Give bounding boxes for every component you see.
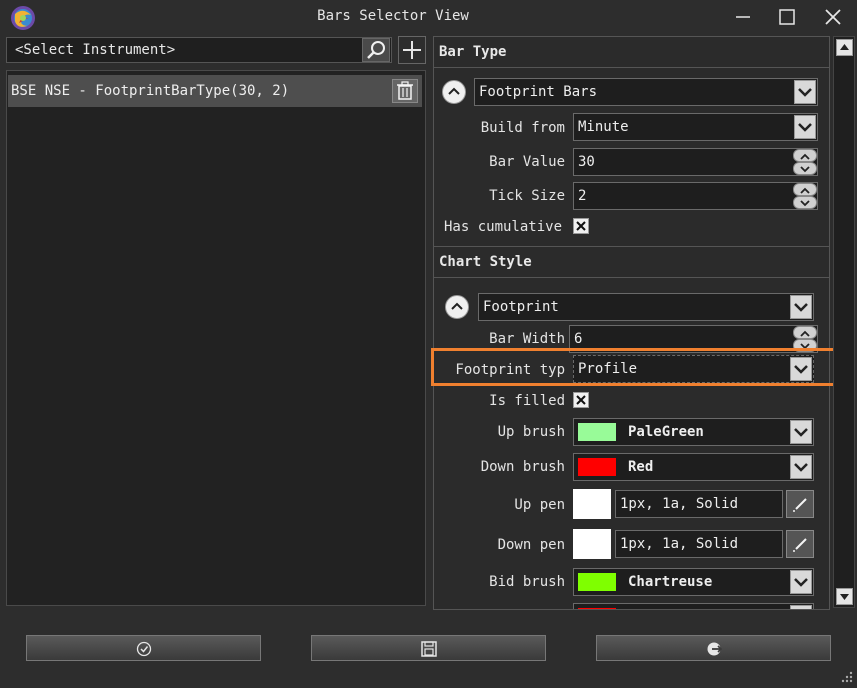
build-from-select[interactable]: Minute — [573, 113, 818, 141]
up-brush-value: PaleGreen — [628, 424, 704, 440]
decrement-icon[interactable] — [793, 162, 817, 175]
chart-style-value: Footprint — [483, 299, 559, 315]
properties-scrollbar[interactable] — [833, 36, 855, 608]
down-brush-swatch — [578, 458, 616, 476]
bar-value-label: Bar Value — [489, 154, 565, 170]
chevron-down-icon[interactable] — [790, 570, 812, 594]
ok-button[interactable] — [26, 635, 261, 661]
window-title: Bars Selector View — [317, 8, 469, 24]
instrument-selector[interactable]: <Select Instrument> — [6, 37, 392, 63]
down-brush-value: Red — [628, 459, 654, 475]
down-pen-edit-button[interactable] — [786, 530, 814, 558]
up-brush-label: Up brush — [497, 424, 565, 440]
add-instrument-button[interactable] — [398, 36, 426, 64]
scroll-down-button[interactable] — [836, 588, 853, 605]
scroll-up-button[interactable] — [836, 39, 853, 56]
chevron-down-icon[interactable] — [794, 115, 816, 139]
bar-value-stepper[interactable] — [793, 149, 817, 175]
bar-type-select[interactable]: Footprint Bars — [474, 78, 818, 106]
increment-icon[interactable] — [793, 149, 817, 162]
down-brush-select[interactable]: Red — [573, 453, 814, 481]
exit-icon — [707, 642, 723, 656]
bar-type-header: Bar Type — [434, 37, 829, 68]
tick-size-value: 2 — [578, 188, 587, 204]
plus-icon — [403, 41, 421, 59]
chevron-down-icon[interactable] — [790, 605, 812, 609]
up-brush-select[interactable]: PaleGreen — [573, 418, 814, 446]
next-brush-select[interactable] — [573, 603, 814, 609]
down-pen-label: Down pen — [497, 537, 565, 553]
next-brush-swatch — [578, 608, 616, 609]
close-button[interactable] — [818, 4, 848, 30]
bar-width-value: 6 — [574, 331, 583, 347]
up-pen-edit-button[interactable] — [786, 490, 814, 518]
tick-size-label: Tick Size — [489, 188, 565, 204]
list-item-label: BSE NSE - FootprintBarType(30, 2) — [11, 83, 290, 99]
tick-size-input[interactable]: 2 — [573, 182, 818, 210]
bar-value-value: 30 — [578, 154, 595, 170]
list-item[interactable]: BSE NSE - FootprintBarType(30, 2) — [8, 75, 422, 107]
bar-type-value: Footprint Bars — [479, 84, 598, 100]
chevron-down-icon[interactable] — [790, 455, 812, 479]
chevron-down-icon[interactable] — [790, 420, 812, 444]
trash-icon — [397, 81, 413, 100]
chevron-down-icon[interactable] — [794, 80, 816, 104]
chevron-down-icon[interactable] — [790, 295, 812, 319]
arrow-down-icon — [840, 594, 849, 600]
chart-style-select[interactable]: Footprint — [478, 293, 814, 321]
down-pen-swatch[interactable] — [573, 529, 611, 559]
highlight-box — [431, 348, 849, 386]
up-pen-value: 1px, 1a, Solid — [620, 496, 739, 512]
up-pen-field[interactable]: 1px, 1a, Solid — [615, 490, 783, 518]
bid-brush-swatch — [578, 573, 616, 591]
minimize-button[interactable] — [728, 4, 758, 30]
decrement-icon[interactable] — [793, 196, 817, 209]
build-from-value: Minute — [578, 119, 629, 135]
up-pen-label: Up pen — [514, 497, 565, 513]
bar-width-label: Bar Width — [489, 331, 565, 347]
bars-list: BSE NSE - FootprintBarType(30, 2) — [6, 70, 426, 606]
collapse-bar-type-button[interactable] — [442, 80, 466, 104]
check-x-icon — [576, 395, 586, 405]
tick-size-stepper[interactable] — [793, 183, 817, 209]
exit-button[interactable] — [596, 635, 831, 661]
chart-style-header: Chart Style — [434, 246, 829, 278]
bid-brush-select[interactable]: Chartreuse — [573, 568, 814, 596]
up-brush-swatch — [578, 423, 616, 441]
chevron-up-icon — [451, 302, 463, 310]
instrument-selector-text: <Select Instrument> — [15, 42, 176, 58]
search-icon — [367, 41, 385, 59]
chevron-up-icon — [448, 87, 460, 95]
down-pen-field[interactable]: 1px, 1a, Solid — [615, 530, 783, 558]
save-button[interactable] — [311, 635, 546, 661]
down-pen-value: 1px, 1a, Solid — [620, 536, 739, 552]
bid-brush-value: Chartreuse — [628, 574, 713, 590]
bar-value-input[interactable]: 30 — [573, 148, 818, 176]
cumulative-checkbox[interactable] — [573, 218, 589, 234]
check-x-icon — [576, 221, 586, 231]
resize-grip-icon[interactable] — [838, 668, 854, 684]
delete-button[interactable] — [392, 79, 418, 103]
down-brush-label: Down brush — [480, 459, 565, 475]
increment-icon[interactable] — [793, 183, 817, 196]
title-bar: Bars Selector View — [0, 0, 857, 34]
search-button[interactable] — [362, 38, 390, 62]
pencil-icon — [793, 498, 807, 512]
collapse-chart-style-button[interactable] — [445, 295, 469, 319]
up-pen-swatch[interactable] — [573, 489, 611, 519]
maximize-button[interactable] — [772, 4, 802, 30]
is-filled-label: Is filled — [489, 393, 565, 409]
pencil-icon — [793, 538, 807, 552]
is-filled-checkbox[interactable] — [573, 392, 589, 408]
increment-icon[interactable] — [793, 326, 817, 339]
save-icon — [421, 641, 437, 657]
check-circle-icon — [136, 641, 152, 657]
cumulative-label: Has cumulative — [444, 219, 563, 235]
arrow-up-icon — [840, 44, 849, 50]
properties-panel: Bar Type Footprint Bars Build from Minut… — [433, 36, 830, 610]
build-from-label: Build from — [480, 120, 565, 136]
bid-brush-label: Bid brush — [489, 574, 565, 590]
